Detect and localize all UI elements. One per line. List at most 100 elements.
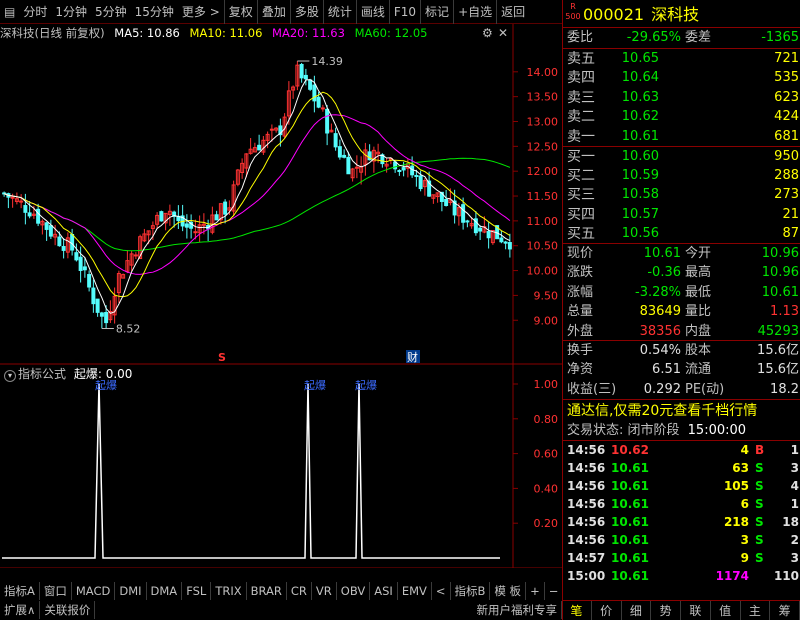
indicator-dropdown-icon[interactable]: ▾ — [4, 370, 16, 382]
bid-price[interactable]: 10.60 — [622, 147, 659, 167]
bid-volume: 21 — [782, 206, 799, 222]
ask-price[interactable]: 10.63 — [622, 88, 659, 108]
candles — [2, 61, 512, 329]
trade-time: 14:57 — [567, 551, 606, 565]
trade-status: 交易状态: 闭市阶段 15:00:00 — [567, 422, 746, 440]
indicator-tab-2[interactable]: MACD — [72, 582, 116, 600]
ask-row-3: 卖二 10.62 424 — [567, 107, 799, 127]
bid-price[interactable]: 10.56 — [622, 224, 659, 244]
indicator-tab-4[interactable]: DMA — [147, 582, 183, 600]
toolbar-item-11[interactable]: 标记 — [420, 0, 453, 24]
ind-y-label: 0.80 — [534, 413, 559, 426]
right-tab-1[interactable]: 价 — [592, 601, 622, 620]
indicator-tab-10[interactable]: OBV — [337, 582, 371, 600]
candle-body — [325, 108, 330, 134]
trade-direction: S — [755, 515, 764, 529]
toolbar-item-3[interactable]: 15分钟 — [131, 0, 178, 24]
trade-row: 14:56 10.61 105 S 4 — [567, 477, 799, 495]
toolbar-item-13[interactable]: 返回 — [496, 0, 529, 24]
settings-gear-icon[interactable]: ⚙ — [482, 26, 493, 40]
trade-price: 10.61 — [611, 479, 649, 493]
promo-link[interactable]: 通达信,仅需20元查看千档行情 — [567, 401, 757, 421]
indicator-tab-16[interactable]: + — [526, 582, 545, 600]
fund-label-b: 股本 — [685, 343, 712, 358]
mode-label[interactable]: (日线 前复权) — [35, 26, 105, 40]
toolbar-item-12[interactable]: +自选 — [453, 0, 496, 24]
trade-count: 2 — [790, 533, 799, 547]
right-tab-2[interactable]: 细 — [622, 601, 652, 620]
ma60-line — [3, 157, 511, 252]
indicator-tab-12[interactable]: EMV — [398, 582, 432, 600]
right-tab-4[interactable]: 联 — [681, 601, 711, 620]
y-tick-label: 13.50 — [527, 91, 559, 104]
trade-count: 1 — [790, 443, 799, 457]
y-tick-label: 9.00 — [534, 314, 559, 327]
quote-panel: R 500 000021 深科技 委比 -29.65% 委差 -1365 卖五 1… — [562, 0, 800, 620]
fund-value-b: 15.6亿 — [757, 362, 799, 378]
indicator-tab-9[interactable]: VR — [312, 582, 337, 600]
right-tab-6[interactable]: 主 — [741, 601, 771, 620]
y-tick-label: 12.00 — [527, 165, 559, 178]
marker-cai[interactable]: 财 — [407, 350, 418, 364]
ask-row-2: 卖三 10.63 623 — [567, 88, 799, 108]
toolbar-item-10[interactable]: F10 — [388, 0, 420, 24]
indicator-tab-8[interactable]: CR — [287, 582, 312, 600]
indicator-formula-label[interactable]: 指标公式 — [18, 367, 66, 381]
candle-body — [507, 242, 512, 250]
ask-price[interactable]: 10.61 — [622, 127, 659, 147]
right-tab-7[interactable]: 筹 — [770, 601, 800, 620]
stat-label-b: 内盘 — [685, 323, 712, 339]
toolbar-item-0[interactable]: 分时 — [19, 0, 51, 24]
toolbar-item-5[interactable]: 复权 — [223, 0, 257, 24]
indicator-tab-0[interactable]: 指标A — [0, 582, 40, 600]
indicator-tab-7[interactable]: BRAR — [247, 582, 287, 600]
toolbar-menu-icon[interactable]: ▤ — [0, 0, 19, 24]
marker-s[interactable]: S — [218, 351, 226, 364]
ask-price[interactable]: 10.65 — [622, 49, 659, 69]
stat-row-0: 现价 10.61 今开 10.96 — [567, 244, 799, 264]
indicator-tab-bar: 指标A 窗口 MACD DMI DMA FSL TRIX BRAR CR VR OBV ASI EMV <… — [0, 582, 564, 600]
candle-body — [27, 212, 32, 217]
ask-price[interactable]: 10.64 — [622, 68, 659, 88]
stat-value-b: 1.13 — [770, 304, 799, 320]
toolbar-item-9[interactable]: 画线 — [355, 0, 389, 24]
right-tab-3[interactable]: 势 — [651, 601, 681, 620]
bid-price[interactable]: 10.58 — [622, 185, 659, 205]
indicator-tab-13[interactable]: < — [432, 582, 451, 600]
trade-count: 1 — [790, 497, 799, 511]
ask-price[interactable]: 10.62 — [622, 107, 659, 127]
kline-chart[interactable]: 14.00 13.50 13.00 12.50 12.00 11.50 11.00 10.50… — [0, 24, 562, 568]
toolbar-item-4[interactable]: 更多 > — [178, 0, 224, 24]
toolbar-item-2[interactable]: 5分钟 — [91, 0, 131, 24]
trade-volume: 105 — [723, 479, 749, 493]
indicator-tab-15[interactable]: 模 板 — [490, 582, 527, 600]
badge-bottom: 500 — [565, 12, 581, 21]
bid-price[interactable]: 10.57 — [622, 205, 659, 225]
toolbar-item-1[interactable]: 1分钟 — [51, 0, 91, 24]
weibi-label: 委比 — [567, 30, 594, 45]
candle-body — [23, 205, 28, 213]
close-icon[interactable]: ✕ — [498, 26, 508, 40]
indicator-tab-3[interactable]: DMI — [115, 582, 147, 600]
indicator-tab-6[interactable]: TRIX — [211, 582, 247, 600]
extension-tab-0[interactable]: 扩展∧ — [0, 601, 41, 619]
indicator-tab-5[interactable]: FSL — [182, 582, 212, 600]
toolbar-item-6[interactable]: 叠加 — [256, 0, 290, 24]
indicator-tab-11[interactable]: ASI — [370, 582, 398, 600]
candle-body — [342, 154, 347, 158]
indicator-tab-14[interactable]: 指标B — [451, 582, 491, 600]
right-tab-0[interactable]: 笔 — [562, 601, 592, 620]
stock-header: 000021 深科技 — [583, 4, 699, 26]
indicator-tab-1[interactable]: 窗口 — [40, 582, 72, 600]
indicator-tab-17[interactable]: − — [545, 582, 564, 600]
right-tab-5[interactable]: 值 — [711, 601, 741, 620]
toolbar-item-8[interactable]: 统计 — [322, 0, 356, 24]
toolbar-item-7[interactable]: 多股 — [289, 0, 323, 24]
bid-price[interactable]: 10.59 — [622, 166, 659, 186]
extension-tab-1[interactable]: 关联报价 — [40, 601, 96, 619]
ind-y-label: 0.40 — [534, 482, 559, 495]
promo-tab[interactable]: 新用户福利专享 — [473, 601, 562, 619]
trade-time: 14:56 — [567, 533, 606, 547]
indicator-value: : 0.00 — [97, 367, 133, 381]
trade-volume: 63 — [732, 461, 749, 475]
